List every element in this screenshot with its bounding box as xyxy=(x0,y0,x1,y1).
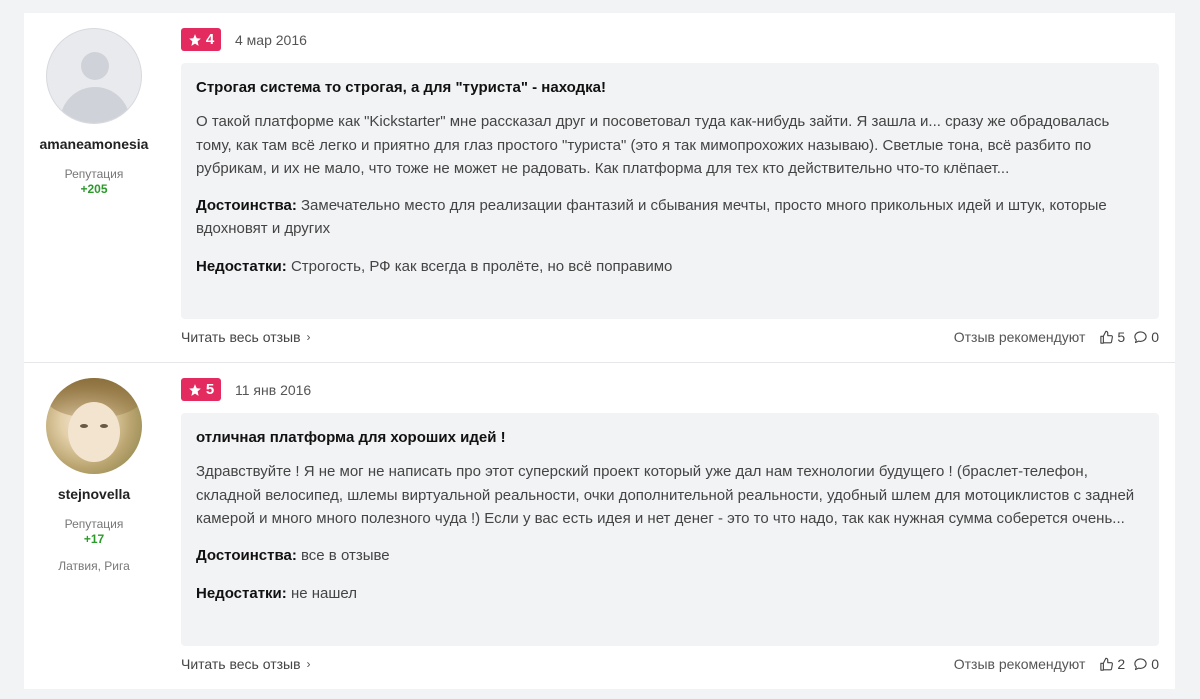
review-cons: Недостатки: не нашел xyxy=(196,582,1144,606)
review-header: 4 4 мар 2016 xyxy=(181,28,307,51)
comment-count: 0 xyxy=(1151,329,1159,345)
comment-icon xyxy=(1134,657,1147,670)
comment-button[interactable]: 0 xyxy=(1133,329,1159,345)
avatar[interactable] xyxy=(46,28,142,124)
avatar[interactable] xyxy=(46,378,142,474)
read-more-link[interactable]: Читать весь отзыв › xyxy=(181,329,311,345)
cons-label: Недостатки: xyxy=(196,257,287,275)
recommend-label: Отзыв рекомендуют xyxy=(953,656,1086,672)
review-header: 5 11 янв 2016 xyxy=(181,378,311,401)
review-cons: Недостатки: Строгость, РФ как всегда в п… xyxy=(196,255,1144,279)
like-count: 2 xyxy=(1117,656,1126,672)
review-actions: Отзыв рекомендуют 5 0 xyxy=(954,329,1159,345)
thumbs-up-icon xyxy=(1100,657,1114,671)
rating-value: 5 xyxy=(205,381,215,398)
review-date: 4 мар 2016 xyxy=(235,31,307,48)
star-icon xyxy=(188,383,201,396)
author-username[interactable]: amaneamonesia xyxy=(24,136,164,152)
cons-text: Строгость, РФ как всегда в пролёте, но в… xyxy=(290,257,673,275)
rating-badge: 5 xyxy=(181,378,221,401)
like-button[interactable]: 5 xyxy=(1099,329,1125,345)
like-button[interactable]: 2 xyxy=(1099,656,1125,672)
pros-text: все в отзыве xyxy=(301,546,390,564)
review-date: 11 янв 2016 xyxy=(235,381,312,398)
comment-icon xyxy=(1134,330,1147,343)
review-title[interactable]: отличная платформа для хороших идей ! xyxy=(196,428,1144,448)
read-more-link[interactable]: Читать весь отзыв › xyxy=(181,656,311,672)
comment-button[interactable]: 0 xyxy=(1133,656,1159,672)
rating-value: 4 xyxy=(205,31,215,48)
comment-count: 0 xyxy=(1151,656,1159,672)
pros-text: Замечательно место для реализации фантаз… xyxy=(196,196,1107,238)
review-footer: Читать весь отзыв › Отзыв рекомендуют 5 … xyxy=(181,329,1159,345)
author-username[interactable]: stejnovella xyxy=(24,486,164,502)
review-title[interactable]: Строгая система то строгая, а для "турис… xyxy=(196,78,1144,98)
review-pros: Достоинства: все в отзыве xyxy=(196,544,1144,568)
review-body: отличная платформа для хороших идей ! Зд… xyxy=(181,413,1159,646)
like-count: 5 xyxy=(1117,329,1126,345)
read-more-label: Читать весь отзыв xyxy=(181,329,301,345)
review-card: stejnovella Репутация +17 Латвия, Рига 5… xyxy=(24,363,1175,689)
reputation-label: Репутация xyxy=(64,167,124,181)
review-author: stejnovella Репутация +17 Латвия, Рига xyxy=(24,363,164,573)
reputation-value: +17 xyxy=(83,532,105,546)
star-icon xyxy=(188,33,201,46)
review-pros: Достоинства: Замечательно место для реал… xyxy=(196,194,1144,241)
chevron-right-icon: › xyxy=(306,330,311,344)
recommend-label: Отзыв рекомендуют xyxy=(953,329,1086,345)
review-text: Здравствуйте ! Я не мог не написать про … xyxy=(196,463,1135,527)
pros-label: Достоинства: xyxy=(196,546,297,564)
author-location: Латвия, Рига xyxy=(58,559,130,573)
review-author: amaneamonesia Репутация +205 xyxy=(24,13,164,196)
read-more-label: Читать весь отзыв xyxy=(181,656,301,672)
reputation-label: Репутация xyxy=(64,517,124,531)
chevron-right-icon: › xyxy=(306,657,311,671)
reputation-value: +205 xyxy=(80,182,108,196)
cons-text: не нашел xyxy=(290,585,357,602)
cons-label: Недостатки: xyxy=(196,585,287,602)
review-body: Строгая система то строгая, а для "турис… xyxy=(181,63,1159,319)
pros-label: Достоинства: xyxy=(196,196,297,214)
review-actions: Отзыв рекомендуют 2 0 xyxy=(954,656,1159,672)
review-footer: Читать весь отзыв › Отзыв рекомендуют 2 … xyxy=(181,656,1159,672)
rating-badge: 4 xyxy=(181,28,221,51)
review-text: О такой платформе как "Kickstarter" мне … xyxy=(196,113,1110,177)
thumbs-up-icon xyxy=(1100,330,1114,344)
review-card: amaneamonesia Репутация +205 4 4 мар 201… xyxy=(24,13,1175,362)
